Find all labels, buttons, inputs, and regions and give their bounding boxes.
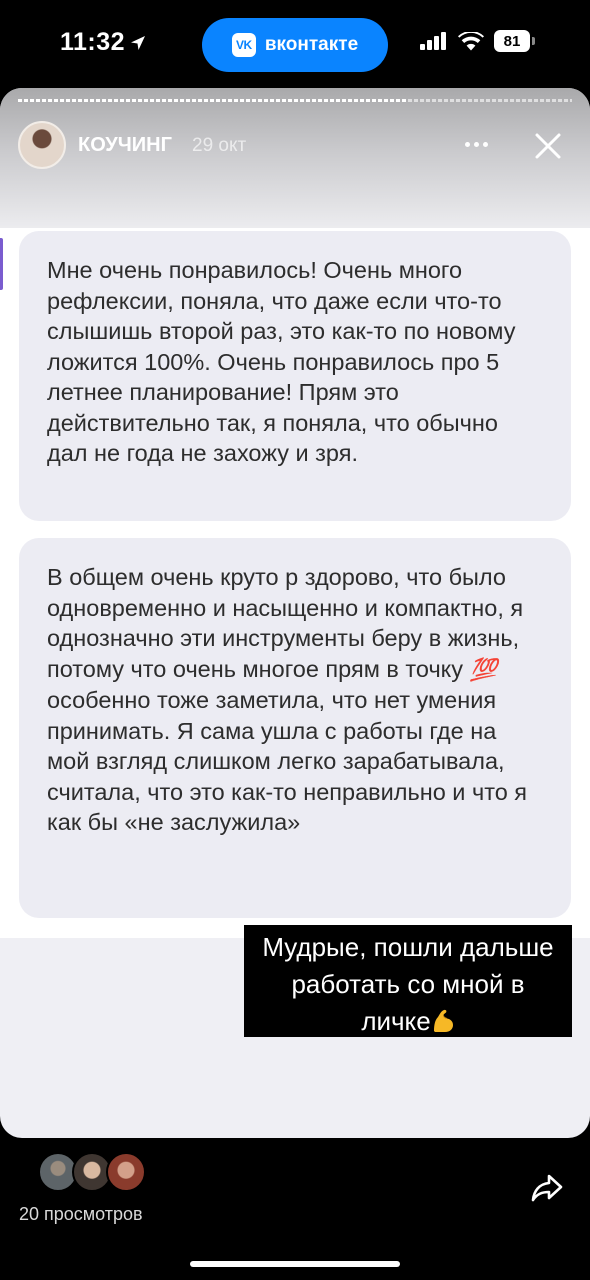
story-progress-fill	[18, 99, 406, 102]
location-arrow-icon	[131, 35, 146, 50]
flexed-biceps-icon	[433, 1009, 453, 1032]
status-time: 11:32	[60, 28, 147, 57]
views-count[interactable]: 20 просмотров	[19, 1204, 143, 1225]
caption-line-with-emoji: личке	[244, 1003, 572, 1040]
viewers-avatars[interactable]	[38, 1152, 148, 1192]
battery-icon: 81	[494, 30, 535, 52]
author-avatar[interactable]	[18, 121, 66, 169]
message-bubble: В общем очень круто р здорово, что было …	[19, 538, 571, 918]
story-viewer-screen: 11:32 VK вконтакте 81 Мне очень понравил…	[0, 0, 590, 1280]
close-icon[interactable]	[530, 128, 566, 164]
caption-line: личке	[361, 1006, 431, 1036]
message-bubble: Мне очень понравилось! Очень много рефле…	[19, 231, 571, 521]
story-caption: Мудрые, пошли дальше работать со мной в …	[244, 925, 572, 1037]
story-progress-bar	[18, 99, 572, 102]
story-date: 29 окт	[192, 135, 247, 156]
story-header: КОУЧИНГ 29 окт	[0, 88, 590, 228]
message-text: Мне очень понравилось! Очень много рефле…	[47, 257, 516, 466]
more-icon-dot	[482, 141, 488, 147]
message-text: В общем очень круто р здорово, что было …	[47, 564, 524, 682]
story-card[interactable]: Мне очень понравилось! Очень много рефле…	[0, 88, 590, 1138]
share-icon[interactable]	[530, 1172, 564, 1204]
app-return-label: вконтакте	[264, 34, 359, 55]
viewer-avatar	[106, 1152, 146, 1192]
caption-line: Мудрые, пошли дальше	[262, 932, 554, 962]
home-indicator[interactable]	[190, 1261, 400, 1267]
more-icon-dot	[464, 141, 470, 147]
hundred-points-emoji: 💯	[469, 656, 497, 682]
more-button[interactable]	[458, 132, 494, 156]
wifi-icon	[458, 31, 484, 50]
message-text-tail: особенно тоже заметила, что нет умения п…	[47, 687, 528, 835]
status-indicators: 81	[420, 30, 535, 52]
chat-accent-bar	[0, 238, 3, 290]
status-time-text: 11:32	[60, 28, 126, 56]
app-return-pill[interactable]: VK вконтакте	[202, 18, 388, 72]
more-icon-dot	[473, 141, 479, 147]
caption-line: работать со мной в	[291, 969, 525, 999]
author-name[interactable]: КОУЧИНГ	[78, 134, 172, 157]
signal-icon	[420, 32, 446, 50]
vk-logo-icon: VK	[231, 33, 256, 57]
